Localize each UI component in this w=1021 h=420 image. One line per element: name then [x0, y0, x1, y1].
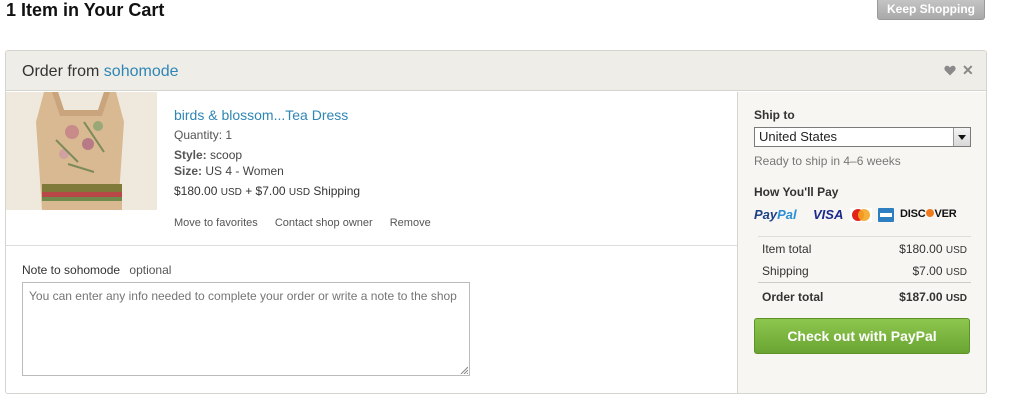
divider — [6, 245, 737, 246]
note-label-text: Note to sohomode — [22, 263, 121, 277]
order-header: Order from sohomode ✕ — [6, 51, 986, 91]
price-currency: USD — [220, 187, 242, 198]
order-box: Order from sohomode ✕ birds & blossom...… — [5, 50, 987, 394]
chevron-down-icon[interactable] — [953, 128, 970, 146]
paypal-logo-icon: PayPal — [754, 207, 797, 222]
ready-to-ship-text: Ready to ship in 4–6 weeks — [754, 154, 901, 168]
move-to-favorites-link[interactable]: Move to favorites — [174, 217, 258, 229]
price-value: $180.00 — [174, 184, 218, 198]
item-image[interactable] — [6, 92, 157, 210]
shipping-currency: USD — [288, 187, 311, 198]
shipping-row: Shipping $7.00 USD — [762, 264, 967, 278]
item-total-label: Item total — [762, 242, 812, 256]
order-total-label: Order total — [762, 290, 824, 304]
size-value: US 4 - Women — [205, 164, 284, 178]
how-you-pay-label: How You'll Pay — [754, 185, 839, 199]
payment-logos: PayPal VISA DISC VER — [754, 207, 974, 223]
sidebar: Ship to United States Ready to ship in 4… — [737, 92, 986, 393]
item-total-value: $180.00 — [899, 242, 943, 256]
ship-to-label: Ship to — [754, 108, 795, 122]
amex-logo-icon — [878, 208, 894, 222]
item-quantity: Quantity: 1 — [174, 128, 233, 142]
close-icon[interactable]: ✕ — [962, 63, 974, 77]
shipping-label: Shipping — [762, 264, 809, 278]
keep-shopping-button[interactable]: Keep Shopping — [877, 0, 985, 20]
page-title: 1 Item in Your Cart — [6, 0, 165, 20]
shipping-suffix: Shipping — [313, 184, 361, 198]
resize-grip-icon[interactable] — [460, 366, 468, 374]
item-title-link[interactable]: birds & blossom...Tea Dress — [174, 107, 348, 123]
size-label: Size: — [174, 164, 203, 178]
item-size: Size: US 4 - Women — [174, 164, 284, 178]
shipping-value: $7.00 — [912, 264, 943, 278]
note-optional: optional — [129, 263, 172, 277]
note-label: Note to sohomode optional — [22, 263, 171, 277]
item-actions: Move to favorites Contact shop owner Rem… — [174, 217, 445, 229]
country-selected-value: United States — [759, 129, 838, 144]
note-textarea[interactable] — [22, 282, 470, 376]
heart-icon[interactable] — [944, 65, 956, 76]
shop-name-link[interactable]: sohomode — [104, 63, 179, 80]
totals-table: Item total $180.00 USD Shipping $7.00 US… — [758, 236, 971, 308]
remove-link[interactable]: Remove — [390, 217, 431, 229]
country-select[interactable]: United States — [754, 127, 971, 147]
style-value: scoop — [210, 148, 243, 162]
item-total-row: Item total $180.00 USD — [758, 236, 971, 259]
style-label: Style: — [174, 148, 207, 162]
contact-shop-owner-link[interactable]: Contact shop owner — [275, 217, 373, 229]
checkout-paypal-button[interactable]: Check out with PayPal — [754, 318, 970, 354]
item-price: $180.00 USD + $7.00 USD Shipping — [174, 184, 360, 198]
mastercard-logo-icon — [850, 208, 872, 222]
dress-illustration — [6, 92, 157, 210]
discover-logo-icon: DISC VER — [900, 208, 957, 220]
order-title-prefix: Order from — [22, 63, 100, 80]
shipping-prefix: + $7.00 — [245, 184, 286, 198]
order-total-value: $187.00 — [899, 290, 943, 304]
item-style: Style: scoop — [174, 148, 242, 162]
order-total-row: Order total $187.00 USD — [758, 282, 971, 308]
visa-logo-icon: VISA — [813, 207, 844, 222]
order-title: Order from sohomode — [22, 63, 179, 81]
